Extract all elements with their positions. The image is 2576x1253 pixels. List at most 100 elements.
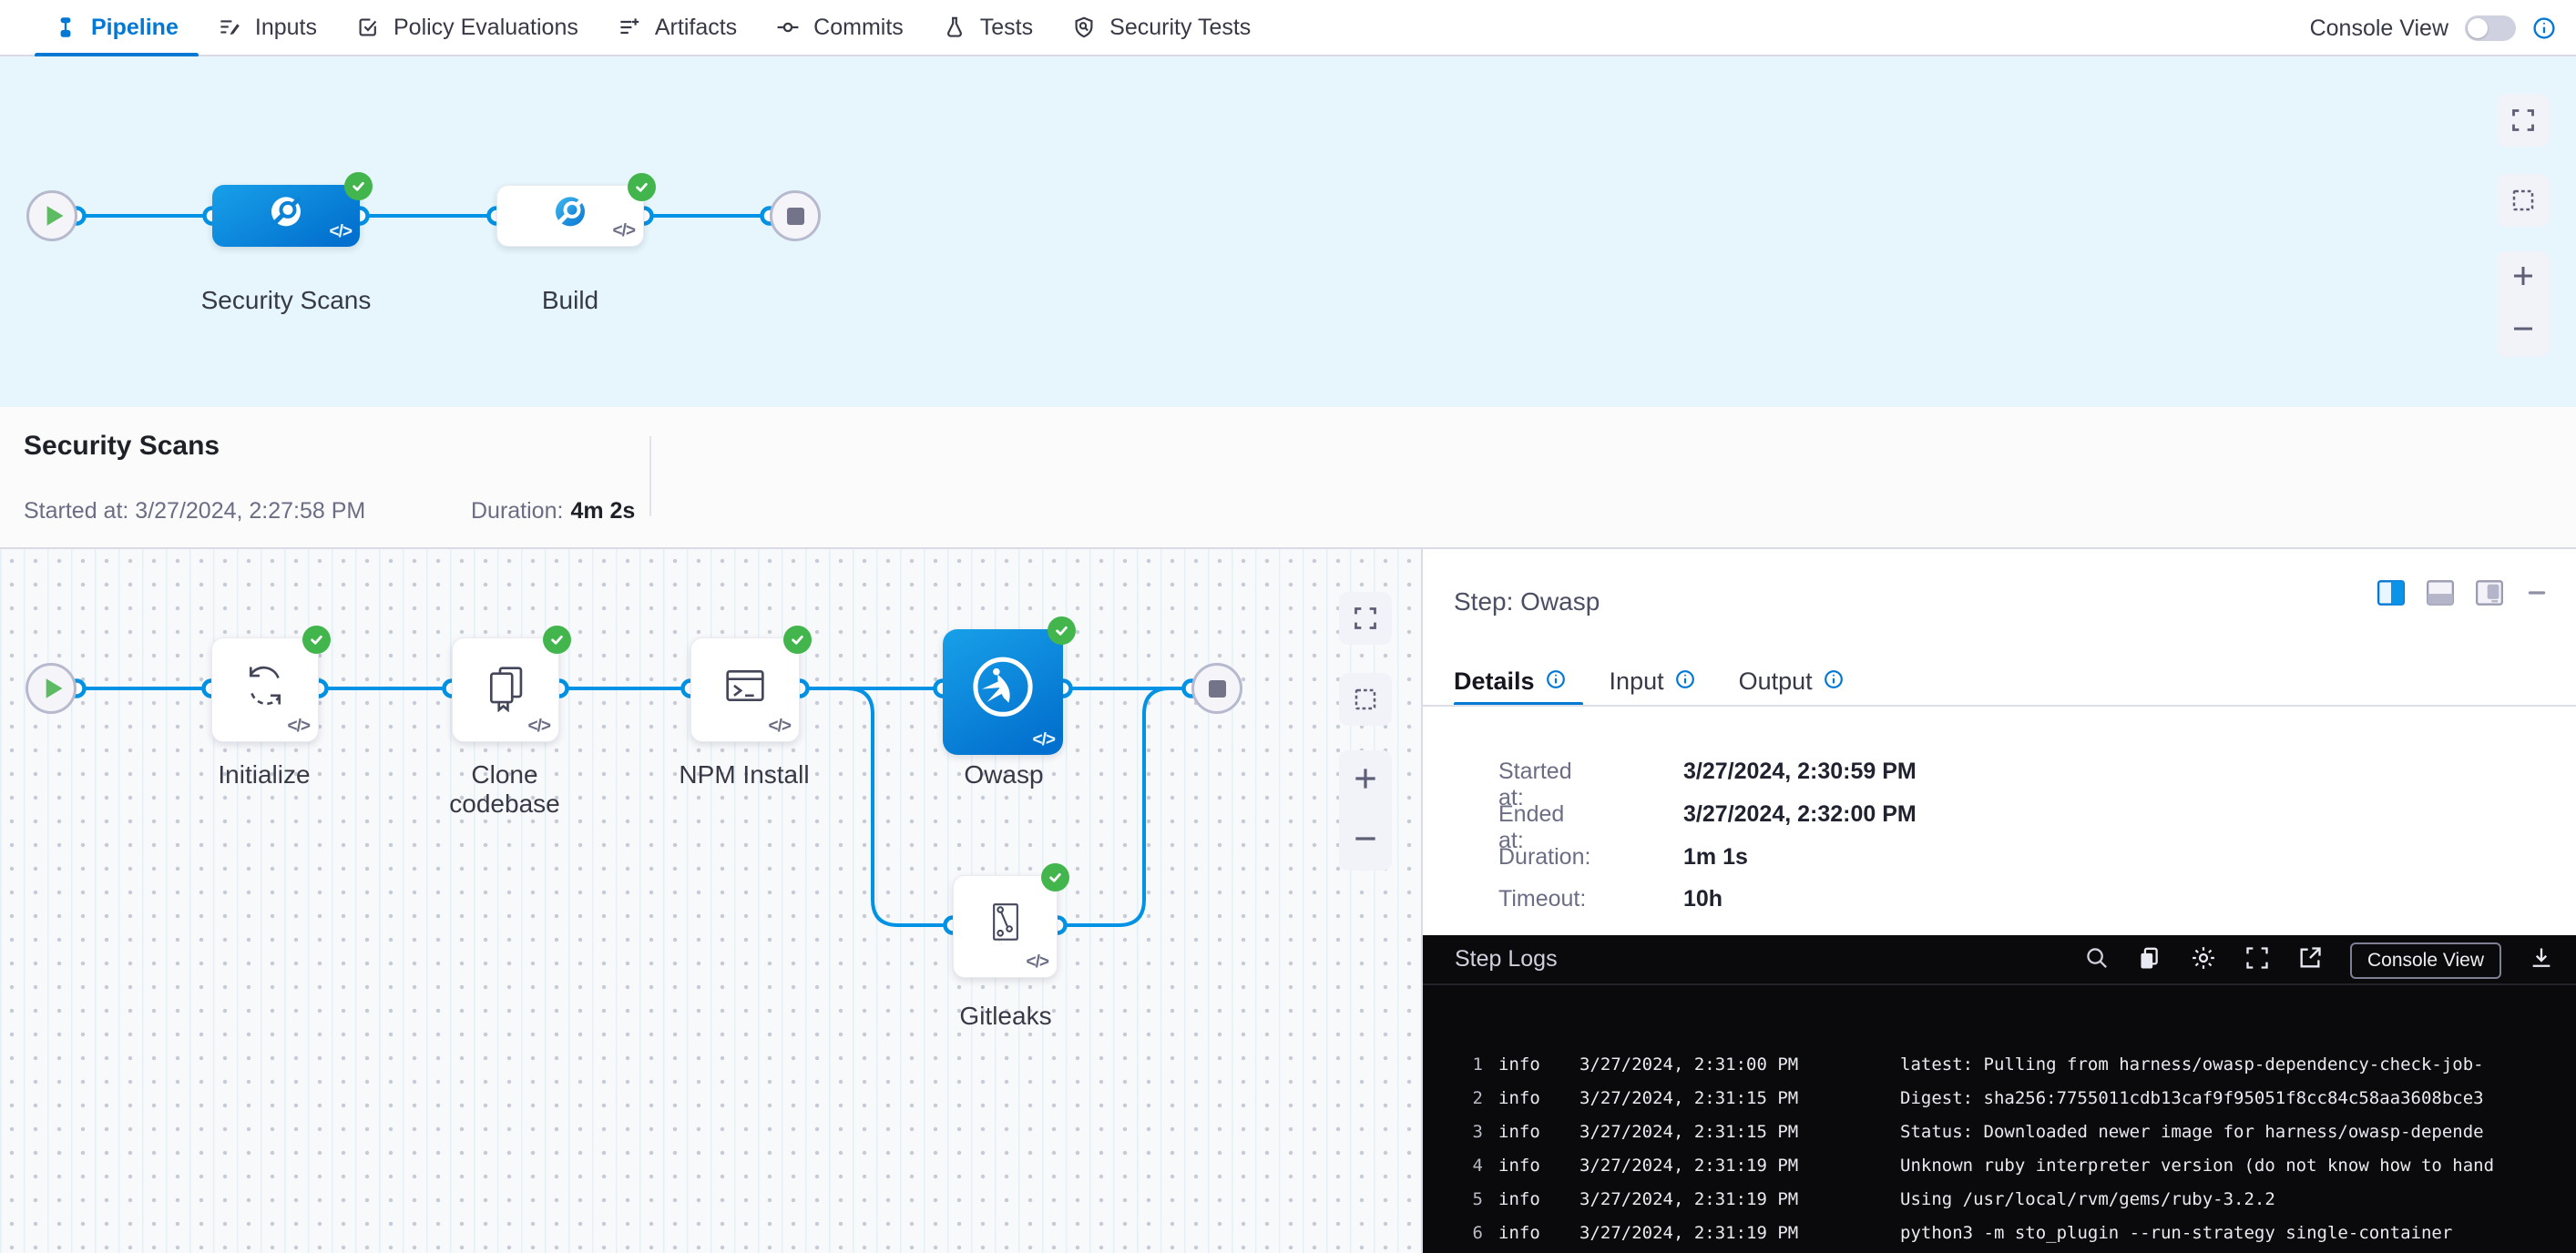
log-line: 2info3/27/2024, 2:31:15 PMDigest: sha256… — [1423, 1082, 2576, 1115]
stage-node-build[interactable]: </> — [496, 185, 644, 247]
open-in-new-icon[interactable] — [2297, 945, 2323, 975]
stage-start-node — [26, 663, 77, 714]
step-details-panel: Step: Owasp Details Input Output — [1423, 549, 2576, 1253]
pipeline-start-node — [26, 190, 77, 241]
layout-bottom-panel-icon[interactable] — [2427, 580, 2454, 610]
code-icon: </> — [288, 717, 310, 737]
tab-label: Artifacts — [655, 15, 737, 41]
console-view-button[interactable]: Console View — [2350, 942, 2501, 979]
success-check-icon — [1048, 616, 1076, 645]
console-view-label: Console View — [2310, 15, 2448, 42]
download-icon[interactable] — [2529, 945, 2554, 975]
fullscreen-button[interactable] — [2497, 94, 2550, 147]
layout-right-panel-icon[interactable] — [2377, 580, 2405, 610]
info-icon[interactable] — [2532, 16, 2556, 40]
layout-floating-panel-icon[interactable] — [2476, 580, 2503, 610]
stage-label: Build — [497, 286, 643, 315]
step-logs-header: Step Logs Console View — [1423, 935, 2576, 985]
tab-security-tests[interactable]: Security Tests — [1053, 0, 1271, 56]
stage-end-node — [1191, 663, 1242, 714]
reset-view-button[interactable] — [2497, 174, 2550, 227]
pipeline-end-node — [770, 190, 821, 241]
log-lines: 1info3/27/2024, 2:31:00 PMlatest: Pullin… — [1423, 1048, 2576, 1250]
stage-connectors — [0, 56, 2576, 407]
stop-icon — [1209, 680, 1226, 698]
stage-graph-canvas: </> Security Scans </> Build — [0, 56, 2576, 407]
tab-label: Policy Evaluations — [394, 15, 578, 41]
tab-pipeline[interactable]: Pipeline — [35, 0, 199, 56]
commit-icon — [777, 16, 799, 38]
code-icon: </> — [769, 717, 791, 737]
tab-artifacts[interactable]: Artifacts — [598, 0, 757, 56]
tab-output[interactable]: Output — [1739, 667, 1844, 696]
step-node-npm-install[interactable]: </> — [690, 637, 800, 742]
copy-icon[interactable] — [2137, 945, 2162, 975]
tab-label: Tests — [980, 15, 1033, 41]
fullscreen-icon[interactable] — [2244, 945, 2270, 975]
stage-info-bar: Security Scans Started at: 3/27/2024, 2:… — [0, 407, 2576, 549]
zoom-in-button[interactable] — [2510, 262, 2537, 294]
success-check-icon — [783, 626, 812, 654]
code-icon: </> — [330, 222, 352, 242]
zoom-in-button[interactable] — [1351, 764, 1380, 798]
step-node-owasp[interactable]: </> — [943, 629, 1063, 755]
toggle-knob — [2468, 18, 2488, 38]
inputs-icon — [219, 16, 240, 38]
step-label: NPM Install — [653, 760, 835, 789]
log-line: 6info3/27/2024, 2:31:19 PMpython3 -m sto… — [1423, 1217, 2576, 1250]
stage-label: Security Scans — [177, 286, 395, 315]
console-view-toggle[interactable] — [2465, 15, 2516, 41]
code-icon: </> — [613, 221, 635, 241]
search-icon[interactable] — [2084, 945, 2110, 975]
minimize-panel-icon[interactable] — [2525, 581, 2549, 609]
zoom-out-button[interactable] — [1351, 824, 1380, 858]
step-panel-title: Step: Owasp — [1454, 587, 1600, 616]
success-check-icon — [302, 626, 331, 654]
log-line: 3info3/27/2024, 2:31:15 PMStatus: Downlo… — [1423, 1115, 2576, 1149]
clone-codebase-icon — [479, 658, 532, 716]
initialize-icon — [239, 658, 291, 716]
zoom-out-button[interactable] — [2510, 315, 2537, 347]
step-logs-panel: Step Logs Console View 1info3/27/2024, 2… — [1423, 935, 2576, 1253]
success-check-icon — [344, 172, 373, 200]
success-check-icon — [543, 626, 571, 654]
tab-inputs[interactable]: Inputs — [199, 0, 337, 56]
code-icon: </> — [1033, 730, 1055, 750]
gitleaks-icon — [980, 897, 1031, 952]
terminal-icon — [719, 658, 772, 716]
log-line: 4info3/27/2024, 2:31:19 PMUnknown ruby i… — [1423, 1149, 2576, 1183]
info-icon[interactable] — [1675, 667, 1695, 696]
tab-label: Commits — [813, 15, 904, 41]
tab-commits[interactable]: Commits — [757, 0, 924, 56]
info-icon[interactable] — [1824, 667, 1844, 696]
tab-label: Security Tests — [1109, 15, 1251, 41]
tab-policy-evaluations[interactable]: Policy Evaluations — [337, 0, 598, 56]
nav-tabs: Pipeline Inputs Policy Evaluations Artif… — [0, 0, 1271, 56]
stage-title: Security Scans — [24, 431, 220, 462]
step-logs-title: Step Logs — [1455, 946, 1558, 973]
step-node-gitleaks[interactable]: </> — [953, 875, 1058, 978]
settings-gear-icon[interactable] — [2190, 944, 2217, 976]
step-node-clone-codebase[interactable]: </> — [452, 637, 559, 742]
reset-view-button[interactable] — [1339, 673, 1392, 726]
zoom-controls — [1339, 750, 1392, 871]
shield-scan-icon — [1073, 16, 1095, 38]
stage-node-security-scans[interactable]: </> — [212, 185, 360, 247]
play-icon — [29, 190, 75, 241]
info-icon[interactable] — [1546, 667, 1566, 696]
stage-duration: Duration:4m 2s — [471, 498, 635, 525]
success-check-icon — [1041, 863, 1069, 891]
fullscreen-button[interactable] — [1339, 592, 1392, 645]
tab-tests[interactable]: Tests — [924, 0, 1053, 56]
tab-label: Pipeline — [91, 15, 179, 41]
divider — [649, 436, 651, 516]
step-node-initialize[interactable]: </> — [211, 637, 319, 742]
tab-details[interactable]: Details — [1454, 667, 1566, 696]
execution-tab-bar: Pipeline Inputs Policy Evaluations Artif… — [0, 0, 2576, 56]
tab-input[interactable]: Input — [1610, 667, 1695, 696]
panel-layout-controls — [2377, 580, 2549, 610]
build-stage-icon — [548, 189, 592, 238]
zoom-controls — [2497, 251, 2550, 357]
stop-icon — [787, 208, 804, 225]
flask-icon — [944, 16, 966, 38]
